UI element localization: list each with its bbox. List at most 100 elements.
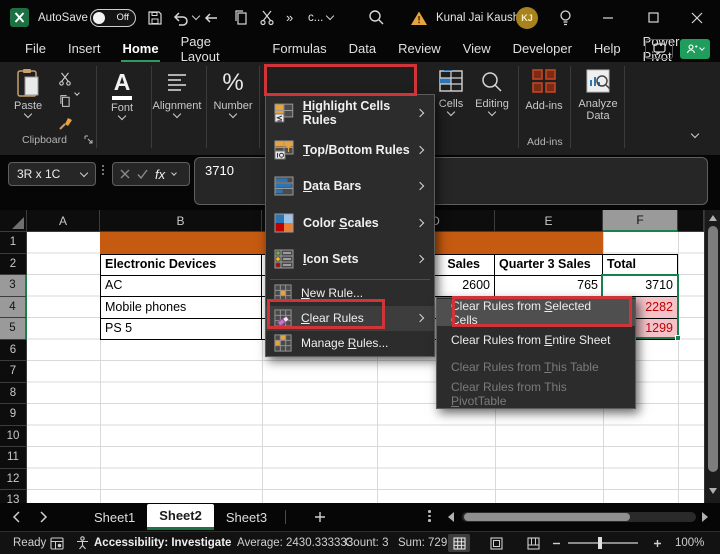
row-header-4[interactable]: 4 <box>0 296 27 318</box>
sheet-tab-sheet2[interactable]: Sheet2 <box>147 504 214 530</box>
menu-item-manage-rules[interactable]: Manage Rules... <box>266 331 434 356</box>
autosave-toggle[interactable]: Off <box>90 0 136 35</box>
user-name[interactable]: Kunal Jai Kaushik <box>436 0 527 35</box>
warning-indicator[interactable] <box>410 0 428 35</box>
submenu-item-clear-selected-cells[interactable]: Clear Rules from Selected Cells <box>437 299 635 327</box>
qat-overflow-button[interactable]: » <box>286 0 293 35</box>
menu-item-color-scales[interactable]: Color Scales <box>266 205 434 242</box>
menu-item-data-bars[interactable]: Data Bars <box>266 168 434 205</box>
cancel-icon[interactable] <box>120 169 130 179</box>
font-group-button[interactable]: A Font <box>102 70 142 121</box>
column-header-b[interactable]: B <box>100 210 262 232</box>
menu-item-new-rule[interactable]: New Rule... <box>266 281 434 306</box>
hscroll-right-icon[interactable] <box>702 512 708 522</box>
hscroll-left-icon[interactable] <box>448 512 454 522</box>
accessibility-status[interactable]: Accessibility: Investigate <box>76 532 231 554</box>
row-header-2[interactable]: 2 <box>0 253 27 275</box>
menu-item-icon-sets[interactable]: Icon Sets <box>266 241 434 278</box>
comments-button[interactable] <box>645 39 673 59</box>
submenu-item-clear-entire-sheet[interactable]: Clear Rules from Entire Sheet <box>437 326 635 353</box>
collapse-ribbon-icon[interactable] <box>690 129 700 139</box>
search-button[interactable] <box>368 0 385 35</box>
vertical-scroll-thumb[interactable] <box>708 226 718 472</box>
cell-b3[interactable]: AC <box>100 275 262 297</box>
column-header-partial[interactable] <box>678 210 704 232</box>
row-header-1[interactable]: 1 <box>0 232 27 254</box>
tab-more-icon[interactable] <box>428 510 431 522</box>
clipboard-dialog-launcher[interactable] <box>84 135 93 144</box>
row-header-8[interactable]: 8 <box>0 382 27 404</box>
alignment-group-button[interactable]: Alignment <box>152 72 202 119</box>
avatar[interactable]: KJ <box>516 0 538 35</box>
editing-group-button[interactable]: Editing <box>470 70 514 117</box>
zoom-in-button[interactable] <box>653 532 662 554</box>
row-header-12[interactable]: 12 <box>0 468 27 490</box>
paste-button[interactable]: Paste <box>14 68 42 119</box>
vertical-scrollbar[interactable] <box>704 210 720 503</box>
horizontal-scrollbar[interactable] <box>462 512 696 522</box>
document-dropdown[interactable]: c... <box>308 0 335 35</box>
zoom-out-button[interactable] <box>552 532 561 554</box>
cell-b2[interactable]: Electronic Devices <box>100 254 262 276</box>
column-header-f[interactable]: F <box>603 210 678 232</box>
tab-file[interactable]: File <box>14 37 57 60</box>
tab-data[interactable]: Data <box>338 37 387 60</box>
row-header-10[interactable]: 10 <box>0 425 27 447</box>
column-header-e[interactable]: E <box>495 210 603 232</box>
tab-developer[interactable]: Developer <box>502 37 583 60</box>
row-header-3[interactable]: 3 <box>0 275 27 297</box>
tab-view[interactable]: View <box>452 37 502 60</box>
sheet-nav-right-icon[interactable] <box>39 511 48 523</box>
analyze-data-button[interactable]: Analyze Data <box>574 68 622 122</box>
copy-ribbon-button[interactable] <box>58 90 80 108</box>
menu-item-clear-rules[interactable]: Clear Rules <box>266 305 434 331</box>
sheet-tab-sheet1[interactable]: Sheet1 <box>82 504 147 530</box>
view-page-break-button[interactable] <box>522 534 544 552</box>
enter-check-icon[interactable] <box>137 169 148 179</box>
row-header-6[interactable]: 6 <box>0 339 27 361</box>
sheet-tab-sheet3[interactable]: Sheet3 <box>214 504 279 530</box>
tab-formulas[interactable]: Formulas <box>261 37 337 60</box>
insert-function-icon[interactable]: fx <box>155 167 165 182</box>
add-ins-button[interactable]: Add-ins <box>522 68 566 112</box>
cell-b5[interactable]: PS 5 <box>100 318 262 340</box>
zoom-thumb[interactable] <box>598 537 602 549</box>
fill-handle[interactable] <box>675 335 681 341</box>
row-header-13[interactable]: 13 <box>0 490 27 503</box>
number-group-button[interactable]: % Number <box>210 70 256 119</box>
row-header-7[interactable]: 7 <box>0 361 27 383</box>
tab-home[interactable]: Home <box>111 37 169 62</box>
macro-record-button[interactable] <box>50 532 64 554</box>
tab-review[interactable]: Review <box>387 37 452 60</box>
tell-me-button[interactable] <box>558 0 573 35</box>
row-header-5[interactable]: 5 <box>0 318 27 340</box>
cut-ribbon-button[interactable] <box>58 72 72 86</box>
tab-help[interactable]: Help <box>583 37 632 60</box>
zoom-slider[interactable] <box>568 532 638 554</box>
new-sheet-button[interactable] <box>314 511 326 523</box>
row-header-9[interactable]: 9 <box>0 404 27 426</box>
save-button[interactable] <box>147 0 163 35</box>
select-all-button[interactable] <box>0 210 27 232</box>
view-normal-button[interactable] <box>448 534 470 552</box>
share-button[interactable] <box>680 39 710 59</box>
zoom-level[interactable]: 100% <box>675 532 704 554</box>
menu-item-top-bottom-rules[interactable]: Top/Bottom Rules <box>266 132 434 169</box>
cell-e2[interactable]: Quarter 3 Sales <box>495 254 603 276</box>
minimize-button[interactable] <box>602 0 614 35</box>
view-page-layout-button[interactable] <box>485 534 507 552</box>
menu-item-highlight-cells-rules[interactable]: Highlight Cells Rules <box>266 95 434 132</box>
format-painter-button[interactable] <box>58 116 73 131</box>
row-header-11[interactable]: 11 <box>0 447 27 469</box>
cells-group-button[interactable]: Cells <box>432 70 470 117</box>
column-header-a[interactable]: A <box>27 210 100 232</box>
scroll-up-icon[interactable] <box>709 215 717 221</box>
formula-bar-handle[interactable] <box>102 165 104 175</box>
tab-insert[interactable]: Insert <box>57 37 112 60</box>
cell-e3[interactable]: 765 <box>495 275 603 297</box>
sheet-nav-left-icon[interactable] <box>12 511 21 523</box>
name-box[interactable]: 3R x 1C <box>8 162 96 186</box>
horizontal-scroll-thumb[interactable] <box>464 513 630 521</box>
cell-b4[interactable]: Mobile phones <box>100 297 262 319</box>
scroll-down-icon[interactable] <box>709 488 717 494</box>
